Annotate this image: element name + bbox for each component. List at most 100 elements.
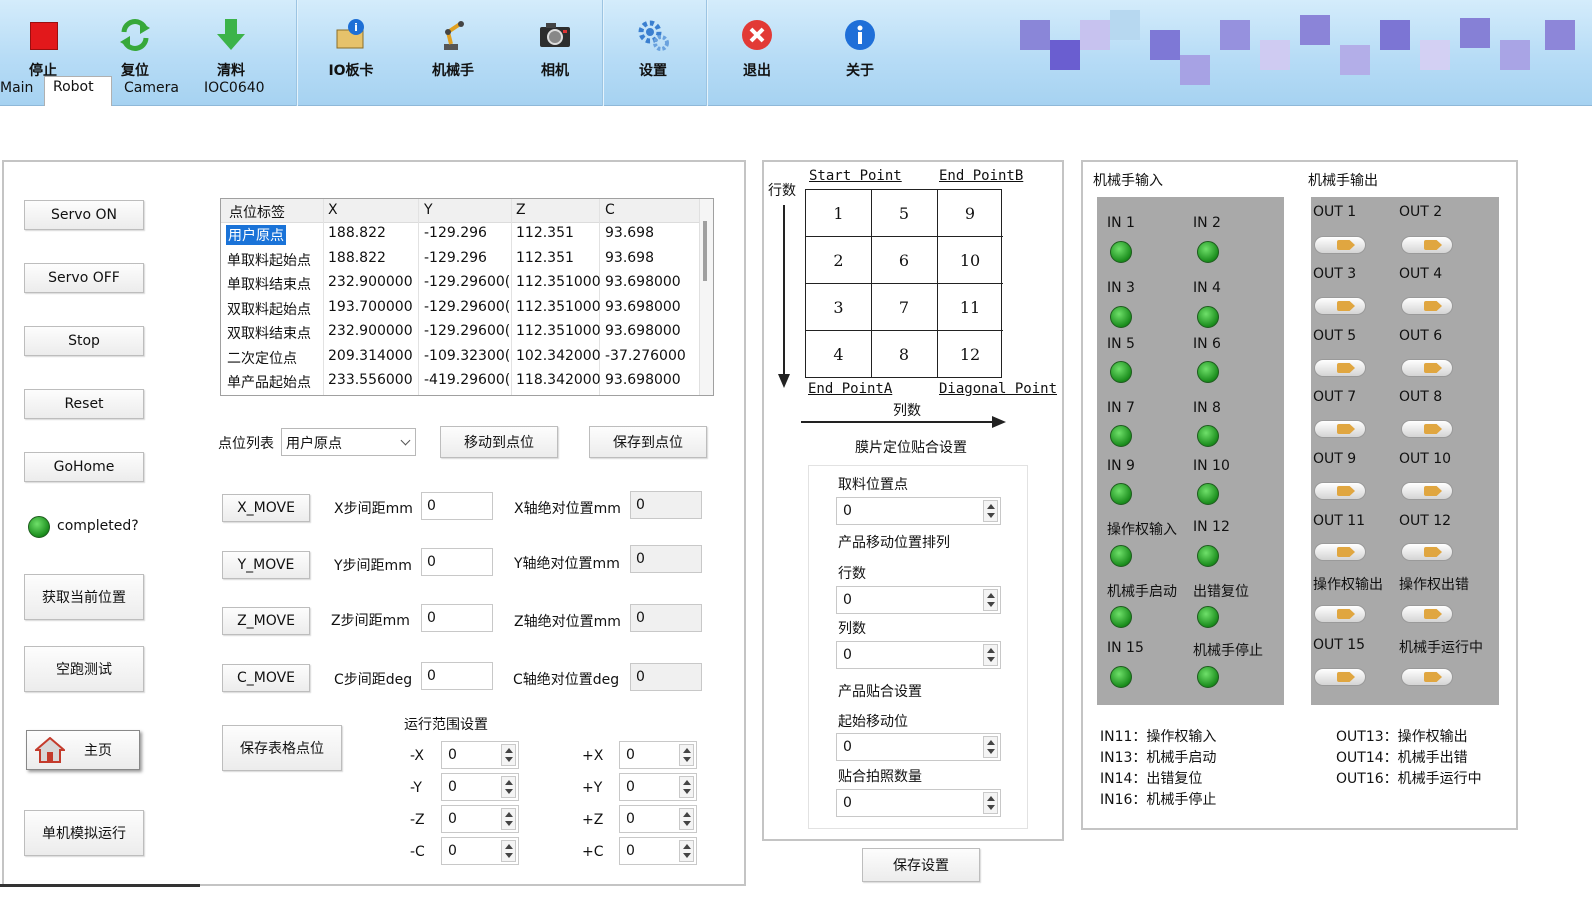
table-row[interactable]: 二次定位点 209.314000 -109.32300(102.342000 -37.… [221,346,699,370]
spin-arrows[interactable] [679,776,694,798]
range-pos-spinbox[interactable]: 0 [619,805,697,833]
spin-arrows[interactable] [679,744,694,766]
robot-toolbar-button[interactable]: 机械手 [418,18,488,80]
io-card-icon: i [334,18,368,52]
stop-button[interactable]: Stop [24,326,144,356]
scrollbar[interactable] [0,884,200,887]
save-to-point-button[interactable]: 保存到点位 [589,426,707,458]
tab-ioc0640[interactable]: IOC0640 [204,80,265,96]
spin-arrows[interactable] [501,744,516,766]
table-cell: 209.314000 [328,347,413,364]
range-pos-spinbox[interactable]: 0 [619,773,697,801]
output-toggle[interactable] [1401,297,1453,315]
get-position-button[interactable]: 获取当前位置 [24,574,144,620]
table-header [221,199,699,223]
input-label: 机械手停止 [1193,643,1263,659]
stop-toolbar-button[interactable]: 停止 [8,18,78,80]
input-indicator [1110,425,1132,447]
single-sim-button[interactable]: 单机模拟运行 [24,810,144,856]
table-row[interactable]: 双取料结束点 232.900000 -129.29600(112.351000 93.… [221,321,699,345]
output-toggle[interactable] [1314,543,1366,561]
spin-arrows[interactable] [501,840,516,862]
home-button[interactable]: 主页 [26,730,140,770]
spin-arrows[interactable] [501,776,516,798]
range-neg-spinbox[interactable]: 0 [441,773,519,801]
reset-toolbar-button[interactable]: 复位 [100,18,170,80]
output-toggle[interactable] [1401,420,1453,438]
output-toggle[interactable] [1314,359,1366,377]
servo-off-button[interactable]: Servo OFF [24,263,144,293]
table-row[interactable]: 单产品起始点 233.556000 -419.29600(118.342000 93.… [221,370,699,394]
svg-text:i: i [354,21,358,34]
output-toggle[interactable] [1401,359,1453,377]
output-note: OUT13：操作权输出 [1336,729,1468,745]
point-list-select[interactable]: 用户原点 [281,428,416,456]
tab-main[interactable]: Main [0,80,33,96]
table-cell: 双取料结束点 [227,326,311,342]
output-toggle[interactable] [1314,420,1366,438]
table-row[interactable]: 单取料起始点 188.822 -129.296 112.351 93.698 [221,248,699,272]
output-toggle[interactable] [1314,482,1366,500]
table-row[interactable]: 单取料结束点 232.900000 -129.29600(112.351000 93.… [221,272,699,296]
tab-robot[interactable]: Robot [44,76,112,106]
servo-on-button[interactable]: Servo ON [24,200,144,230]
spin-arrows[interactable] [983,589,998,611]
film-rows-spinbox[interactable]: 0 [836,586,1001,614]
settings-toolbar-button[interactable]: 设置 [618,18,688,80]
output-toggle[interactable] [1401,482,1453,500]
output-toggle[interactable] [1401,236,1453,254]
range-neg-spinbox[interactable]: 0 [441,741,519,769]
output-label: OUT 1 [1313,204,1357,220]
c-move-button[interactable]: C_MOVE [222,664,310,692]
points-table[interactable]: 点位标签 X Y Z C 用户原点 188.822 -129.296 112.351 9… [220,198,714,396]
z-step-input[interactable]: 0 [421,604,493,632]
spin-arrows[interactable] [983,500,998,522]
about-toolbar-button[interactable]: 关于 [825,18,895,80]
spin-arrows[interactable] [983,792,998,814]
save-settings-button[interactable]: 保存设置 [862,848,980,882]
range-pos-spinbox[interactable]: 0 [619,741,697,769]
save-table-button[interactable]: 保存表格点位 [222,725,342,771]
y-move-button[interactable]: Y_MOVE [222,551,310,579]
range-neg-spinbox[interactable]: 0 [441,837,519,865]
tab-camera[interactable]: Camera [124,80,179,96]
output-toggle[interactable] [1401,605,1453,623]
spin-arrows[interactable] [983,644,998,666]
c-step-input[interactable]: 0 [421,662,493,690]
grid-cell: 6 [871,237,938,284]
output-toggle[interactable] [1314,297,1366,315]
spin-arrows[interactable] [501,808,516,830]
start-move-spinbox[interactable]: 0 [836,733,1001,761]
clear-toolbar-button[interactable]: 清料 [196,18,266,80]
move-to-point-button[interactable]: 移动到点位 [440,426,558,458]
output-label: 操作权输出 [1313,577,1383,593]
table-row[interactable]: 双取料起始点 193.700000 -129.29600(112.351000 93.… [221,297,699,321]
table-scrollbar[interactable] [699,199,713,395]
output-toggle[interactable] [1401,668,1453,686]
x-move-button[interactable]: X_MOVE [222,494,310,522]
range-neg-spinbox[interactable]: 0 [441,805,519,833]
pick-spinbox[interactable]: 0 [836,497,1001,525]
y-step-input[interactable]: 0 [421,548,493,576]
x-step-input[interactable]: 0 [421,492,493,520]
output-toggle[interactable] [1314,236,1366,254]
film-cols-spinbox[interactable]: 0 [836,641,1001,669]
table-row[interactable]: 用户原点 188.822 -129.296 112.351 93.698 [221,223,699,247]
range-pos-spinbox[interactable]: 0 [619,837,697,865]
gohome-button[interactable]: GoHome [24,452,144,482]
photo-count-spinbox[interactable]: 0 [836,789,1001,817]
output-toggle[interactable] [1314,605,1366,623]
z-move-button[interactable]: Z_MOVE [222,607,310,635]
dry-run-button[interactable]: 空跑测试 [24,646,144,692]
spin-arrows[interactable] [679,808,694,830]
io-card-toolbar-button[interactable]: i IO板卡 [316,18,386,80]
y-abs-label: Y轴绝对位置mm [514,556,620,572]
camera-toolbar-button[interactable]: 相机 [520,18,590,80]
output-toggle[interactable] [1314,668,1366,686]
output-toggle[interactable] [1401,543,1453,561]
input-indicator [1197,545,1219,567]
spin-arrows[interactable] [983,736,998,758]
spin-arrows[interactable] [679,840,694,862]
exit-toolbar-button[interactable]: 退出 [722,18,792,80]
reset-button[interactable]: Reset [24,389,144,419]
